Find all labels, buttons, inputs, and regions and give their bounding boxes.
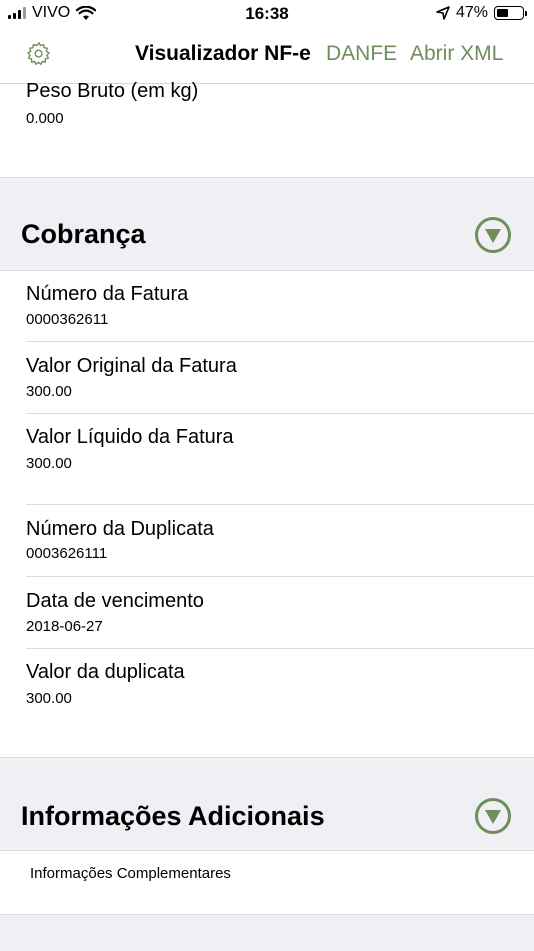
numero-fatura-label: Número da Fatura: [26, 283, 189, 305]
valor-liquido-label: Valor Líquido da Fatura: [26, 426, 234, 448]
divider: [26, 648, 534, 649]
page-title: Visualizador NF-e: [135, 42, 311, 65]
valor-original-value: 300.00: [26, 383, 72, 400]
divider: [26, 341, 534, 342]
collapse-arrow-icon[interactable]: [474, 216, 512, 254]
status-right: 47%: [436, 4, 527, 22]
informacoes-section-header[interactable]: Informações Adicionais: [0, 757, 534, 851]
numero-duplicata-value: 0003626111: [26, 545, 108, 562]
divider: [26, 504, 534, 505]
valor-duplicata-label: Valor da duplicata: [26, 661, 185, 683]
battery-percent: 47%: [455, 4, 488, 21]
informacoes-complementares-label: Informações Complementares: [30, 865, 231, 882]
informacoes-title: Informações Adicionais: [21, 801, 325, 831]
collapse-arrow-icon[interactable]: [474, 797, 512, 835]
cobranca-section-header[interactable]: Cobrança: [0, 177, 534, 271]
valor-duplicata-value: 300.00: [26, 690, 72, 707]
cobranca-title: Cobrança: [21, 219, 146, 249]
divider: [26, 413, 534, 414]
numero-duplicata-label: Número da Duplicata: [26, 518, 214, 540]
abrir-xml-button[interactable]: Abrir XML: [410, 42, 503, 66]
footer-section-strip: [0, 914, 534, 951]
navigation-bar: Visualizador NF-e DANFE Abrir XML: [0, 28, 534, 84]
danfe-button[interactable]: DANFE: [326, 42, 397, 66]
divider: [26, 576, 534, 577]
status-bar: VIVO 16:38 47%: [0, 0, 534, 28]
data-vencimento-value: 2018-06-27: [26, 618, 103, 635]
peso-bruto-value: 0.000: [26, 110, 64, 127]
valor-liquido-value: 300.00: [26, 455, 72, 472]
battery-icon: [494, 6, 527, 20]
gear-icon[interactable]: [26, 41, 52, 67]
peso-bruto-label: Peso Bruto (em kg): [26, 80, 199, 102]
numero-fatura-value: 0000362611: [26, 311, 109, 328]
valor-original-label: Valor Original da Fatura: [26, 355, 237, 377]
location-arrow-icon: [436, 6, 450, 20]
data-vencimento-label: Data de vencimento: [26, 590, 204, 612]
